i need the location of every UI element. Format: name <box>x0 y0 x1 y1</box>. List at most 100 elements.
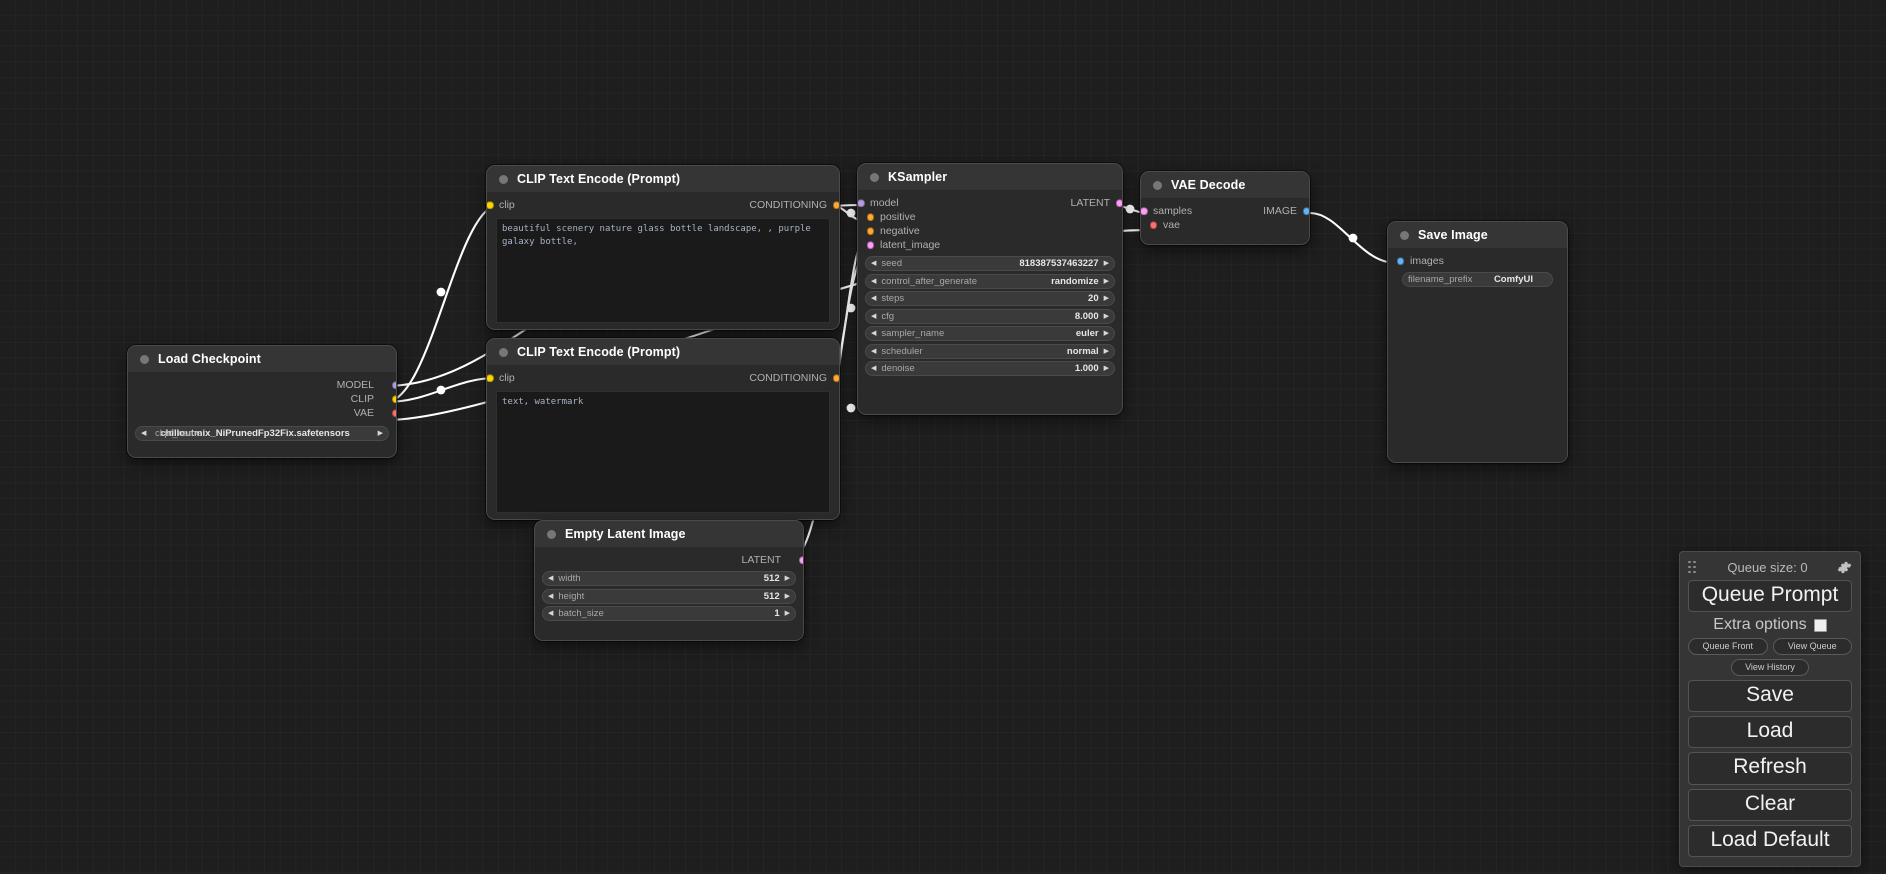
queue-front-button[interactable]: Queue Front <box>1688 638 1768 656</box>
chevron-left-icon[interactable]: ◀ <box>871 365 876 372</box>
collapse-dot-icon[interactable] <box>499 347 508 357</box>
collapse-dot-icon[interactable] <box>547 529 556 539</box>
port-dot-latent-out[interactable] <box>1115 199 1122 207</box>
chevron-right-icon[interactable]: ▶ <box>1104 295 1109 302</box>
input-port-latent-image[interactable]: latent_image <box>858 238 1122 252</box>
widget-batch-size[interactable]: ◀ batch_size 1 ▶ <box>542 606 796 621</box>
port-dot-model[interactable] <box>392 381 396 389</box>
port-dot-clip[interactable] <box>487 374 494 382</box>
prompt-textarea-negative[interactable]: text, watermark <box>496 391 830 513</box>
queue-prompt-button[interactable]: Queue Prompt <box>1688 580 1852 613</box>
widget-ckpt-name[interactable]: ◀ ckpt_name chilloutmix_NiPrunedFp32Fix.… <box>135 426 389 441</box>
port-dot-clip[interactable] <box>487 201 494 209</box>
node-title-bar[interactable]: VAE Decode <box>1141 172 1309 198</box>
extra-options-row[interactable]: Extra options <box>1688 616 1852 634</box>
widget-filename-prefix[interactable]: filename_prefix ComfyUI <box>1402 272 1553 287</box>
load-default-button[interactable]: Load Default <box>1688 824 1852 857</box>
port-dot-conditioning[interactable] <box>832 374 839 382</box>
node-clip-text-encode-negative[interactable]: CLIP Text Encode (Prompt) clip CONDITION… <box>486 338 840 520</box>
save-button[interactable]: Save <box>1688 680 1852 713</box>
port-dot-positive[interactable] <box>866 213 874 221</box>
input-port-positive[interactable]: positive <box>858 210 1122 224</box>
io-row-samples-image: samples IMAGE <box>1141 204 1309 218</box>
widget-sampler-name[interactable]: ◀ sampler_name euler ▶ <box>865 326 1115 341</box>
chevron-right-icon[interactable]: ▶ <box>1104 330 1109 337</box>
collapse-dot-icon[interactable] <box>870 172 879 182</box>
port-dot-vae[interactable] <box>1149 221 1157 229</box>
chevron-right-icon[interactable]: ▶ <box>1104 348 1109 355</box>
output-port-latent[interactable]: LATENT <box>535 553 803 567</box>
chevron-right-icon[interactable]: ▶ <box>378 430 383 437</box>
node-title-bar[interactable]: KSampler <box>858 164 1122 190</box>
port-dot-image[interactable] <box>1302 207 1309 215</box>
port-dot-samples[interactable] <box>1141 207 1148 215</box>
refresh-button[interactable]: Refresh <box>1688 752 1852 785</box>
port-dot-conditioning[interactable] <box>832 201 839 209</box>
widget-cfg[interactable]: ◀ cfg 8.000 ▶ <box>865 308 1115 324</box>
clear-button[interactable]: Clear <box>1688 788 1852 821</box>
widget-width[interactable]: ◀ width 512 ▶ <box>542 571 796 586</box>
output-port-clip[interactable]: CLIP <box>128 392 396 406</box>
port-dot-images[interactable] <box>1396 257 1404 265</box>
chevron-right-icon[interactable]: ▶ <box>785 593 790 600</box>
chevron-left-icon[interactable]: ◀ <box>871 295 876 302</box>
node-ksampler[interactable]: KSampler model LATENT positive negative <box>857 163 1123 415</box>
port-dot-latent-image[interactable] <box>866 241 874 249</box>
chevron-left-icon[interactable]: ◀ <box>141 430 146 437</box>
chevron-right-icon[interactable]: ▶ <box>1104 365 1109 372</box>
chevron-left-icon[interactable]: ◀ <box>871 313 876 320</box>
port-dot-negative[interactable] <box>866 227 874 235</box>
node-vae-decode[interactable]: VAE Decode samples IMAGE vae <box>1140 171 1310 245</box>
collapse-dot-icon[interactable] <box>1153 180 1162 190</box>
chevron-right-icon[interactable]: ▶ <box>1104 278 1109 285</box>
chevron-left-icon[interactable]: ◀ <box>871 330 876 337</box>
collapse-dot-icon[interactable] <box>1400 230 1409 240</box>
node-title-bar[interactable]: CLIP Text Encode (Prompt) <box>487 166 839 192</box>
input-port-images[interactable]: images <box>1388 254 1567 268</box>
port-dot-clip[interactable] <box>392 395 396 403</box>
widget-height[interactable]: ◀ height 512 ▶ <box>542 588 796 604</box>
chevron-left-icon[interactable]: ◀ <box>871 348 876 355</box>
node-title-bar[interactable]: Empty Latent Image <box>535 521 803 547</box>
node-title-bar[interactable]: Save Image <box>1388 222 1567 248</box>
widget-steps[interactable]: ◀ steps 20 ▶ <box>865 291 1115 306</box>
comfy-control-panel[interactable]: Queue size: 0 Queue Prompt Extra options… <box>1679 551 1861 867</box>
widget-seed[interactable]: ◀ seed 818387537463227 ▶ <box>865 256 1115 271</box>
node-title-bar[interactable]: CLIP Text Encode (Prompt) <box>487 339 839 365</box>
node-graph-canvas[interactable]: Load Checkpoint MODEL CLIP VAE ◀ ckpt_na… <box>0 0 1886 874</box>
port-dot-vae[interactable] <box>392 409 396 417</box>
port-dot-latent[interactable] <box>799 556 803 564</box>
chevron-right-icon[interactable]: ▶ <box>785 610 790 617</box>
chevron-left-icon[interactable]: ◀ <box>871 260 876 267</box>
chevron-left-icon[interactable]: ◀ <box>548 575 553 582</box>
node-save-image[interactable]: Save Image images filename_prefix ComfyU… <box>1387 221 1568 463</box>
widget-scheduler[interactable]: ◀ scheduler normal ▶ <box>865 343 1115 359</box>
chevron-right-icon[interactable]: ▶ <box>1104 313 1109 320</box>
gear-icon[interactable] <box>1837 560 1852 575</box>
drag-handle-icon[interactable] <box>1688 560 1698 574</box>
widget-control-after-generate[interactable]: ◀ control_after_generate randomize ▶ <box>865 273 1115 289</box>
input-label-vae: vae <box>1163 219 1180 231</box>
chevron-left-icon[interactable]: ◀ <box>548 610 553 617</box>
output-port-vae[interactable]: VAE <box>128 406 396 420</box>
chevron-right-icon[interactable]: ▶ <box>1104 260 1109 267</box>
collapse-dot-icon[interactable] <box>499 174 508 184</box>
collapse-dot-icon[interactable] <box>140 354 149 364</box>
view-history-button[interactable]: View History <box>1731 659 1809 677</box>
chevron-left-icon[interactable]: ◀ <box>548 593 553 600</box>
widget-denoise[interactable]: ◀ denoise 1.000 ▶ <box>865 361 1115 376</box>
port-dot-model[interactable] <box>858 199 865 207</box>
load-button[interactable]: Load <box>1688 716 1852 749</box>
view-queue-button[interactable]: View Queue <box>1772 638 1852 656</box>
prompt-textarea-positive[interactable]: beautiful scenery nature glass bottle la… <box>496 218 830 323</box>
output-port-model[interactable]: MODEL <box>128 378 396 392</box>
chevron-left-icon[interactable]: ◀ <box>871 278 876 285</box>
node-load-checkpoint[interactable]: Load Checkpoint MODEL CLIP VAE ◀ ckpt_na… <box>127 345 397 458</box>
input-port-negative[interactable]: negative <box>858 224 1122 238</box>
input-port-vae[interactable]: vae <box>1141 218 1309 232</box>
chevron-right-icon[interactable]: ▶ <box>785 575 790 582</box>
node-empty-latent-image[interactable]: Empty Latent Image LATENT ◀ width 512 ▶ … <box>534 520 804 641</box>
node-clip-text-encode-positive[interactable]: CLIP Text Encode (Prompt) clip CONDITION… <box>486 165 840 330</box>
extra-options-checkbox[interactable] <box>1813 618 1827 632</box>
node-title-bar[interactable]: Load Checkpoint <box>128 346 396 372</box>
